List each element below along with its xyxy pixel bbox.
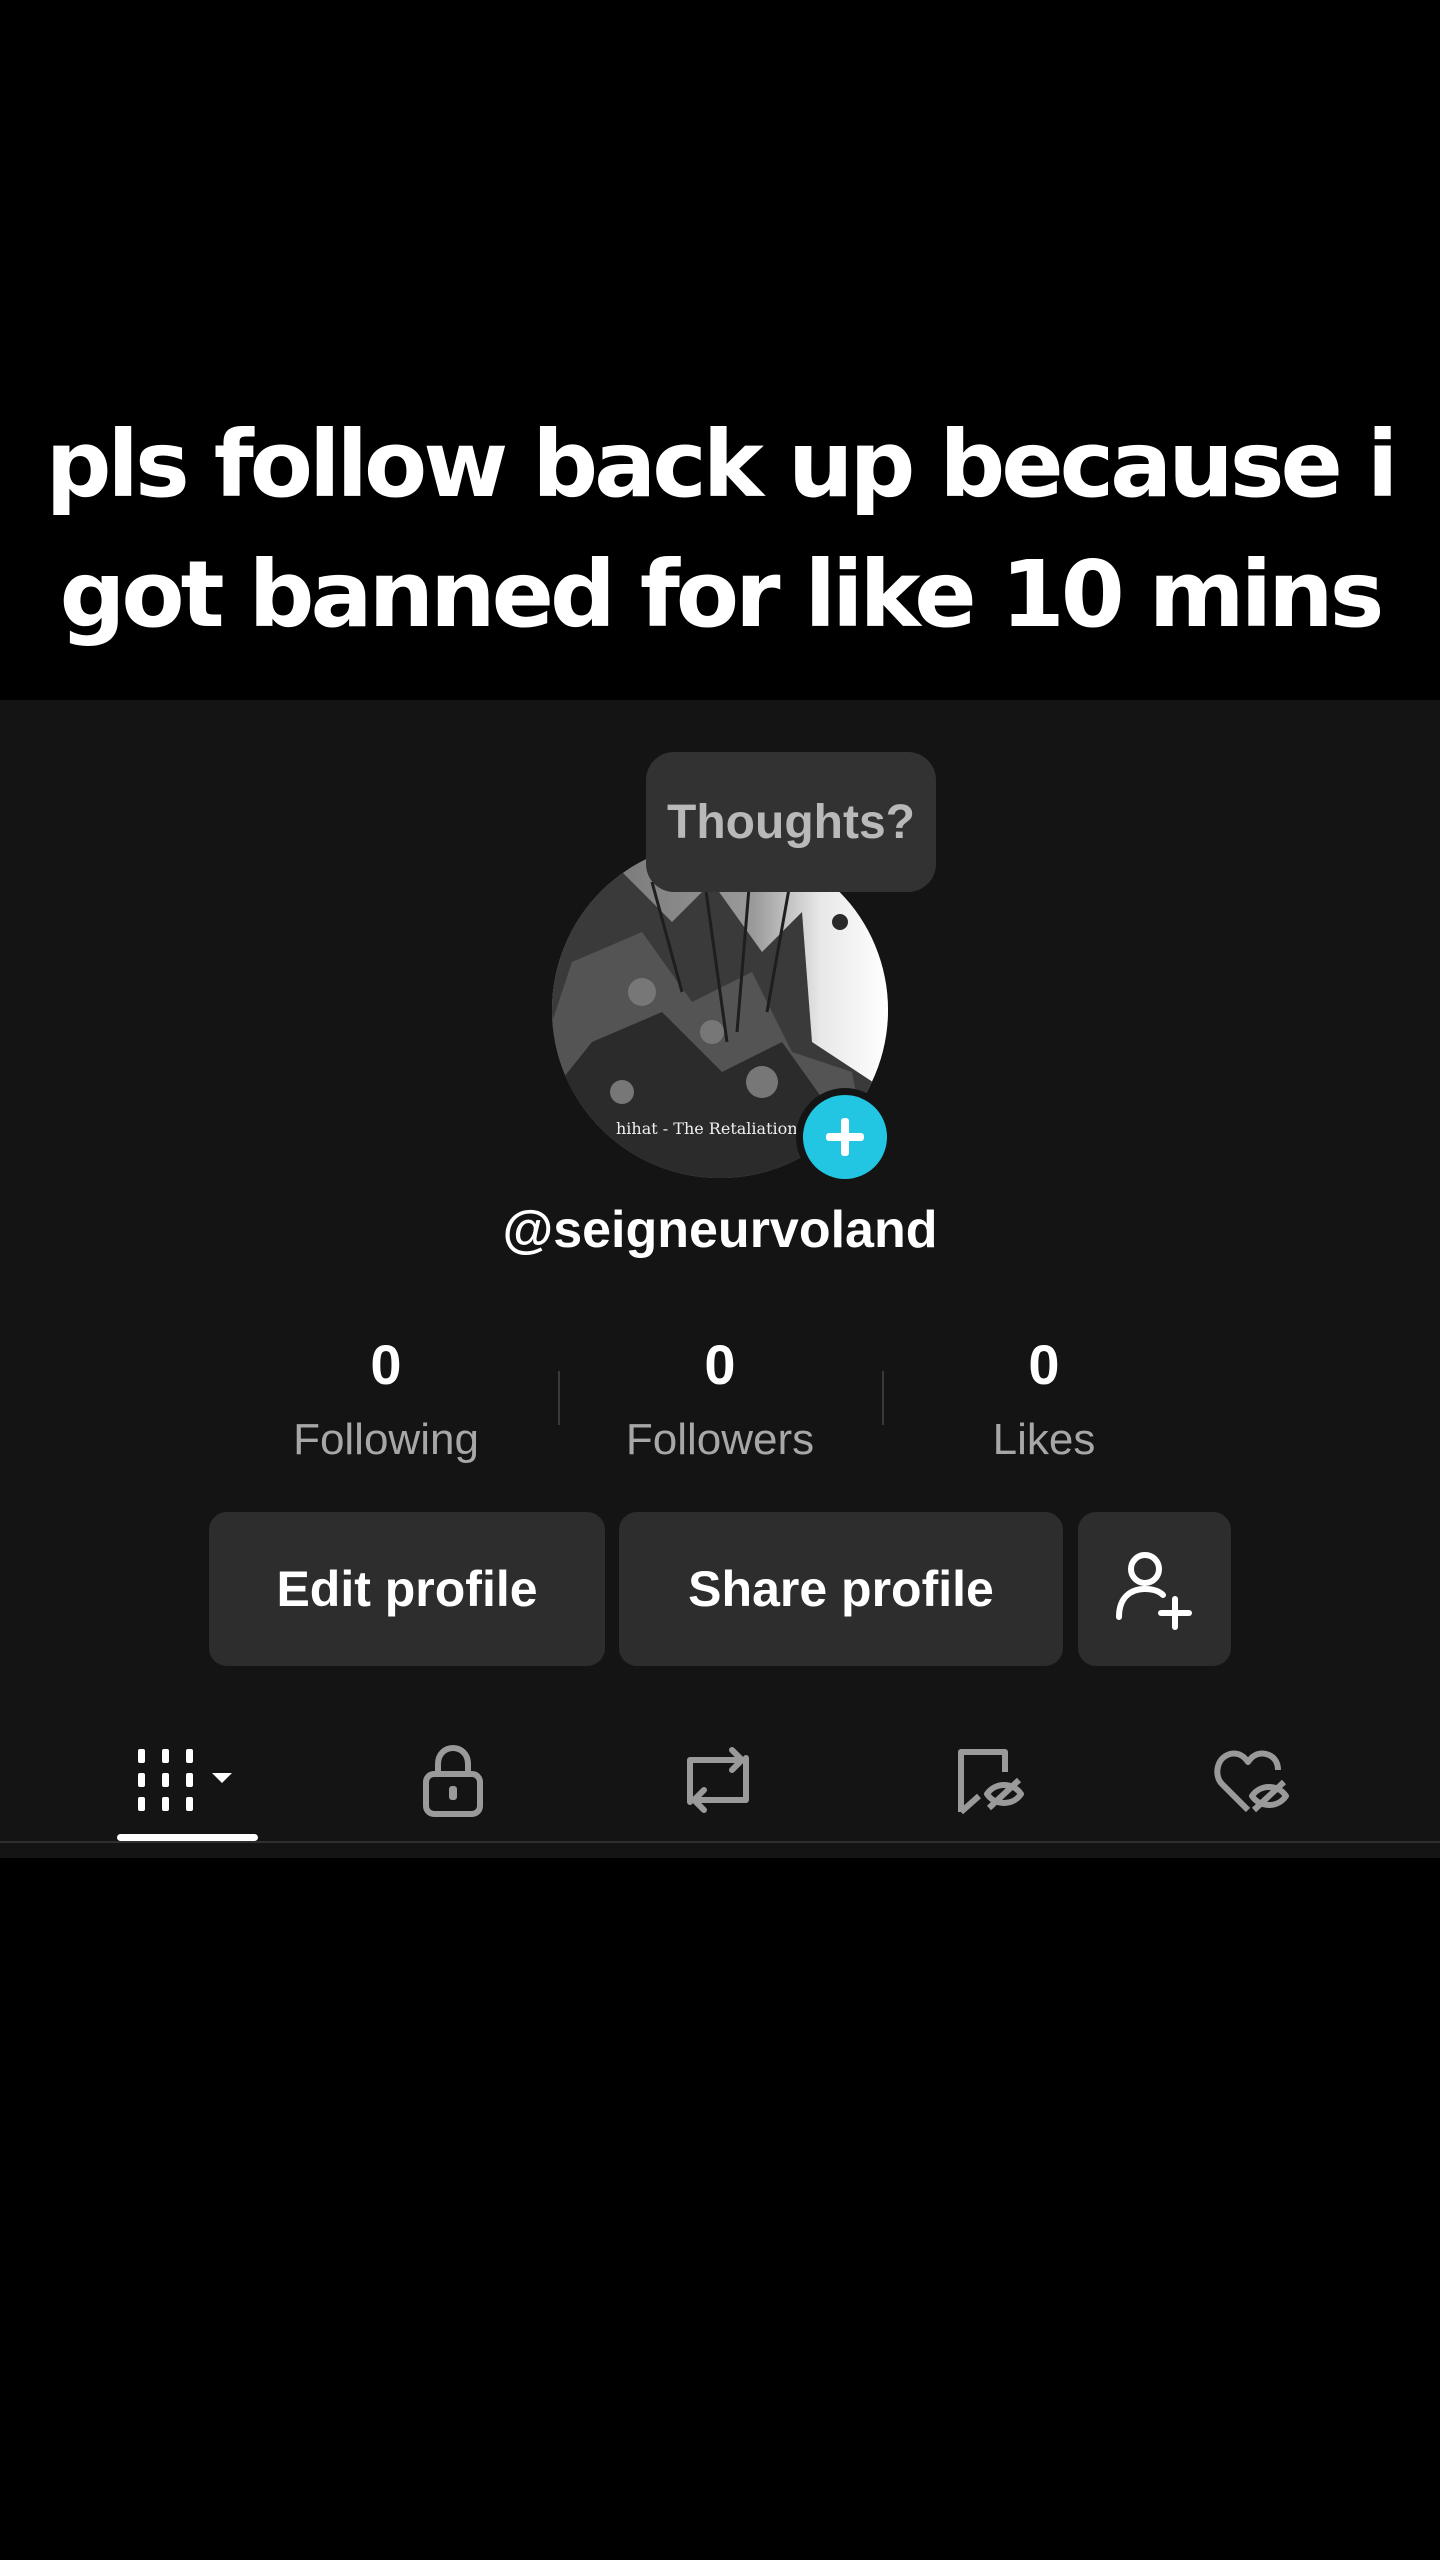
share-profile-button[interactable]: Share profile — [619, 1512, 1063, 1666]
avatar-caption: hihat - The Retaliation — [616, 1119, 798, 1138]
caption-line-1: pls follow back up because i — [45, 411, 1399, 518]
username: @seigneurvoland — [502, 1201, 938, 1259]
thought-bubble-text: Thoughts? — [667, 795, 915, 849]
bookmark-hidden-icon — [958, 1749, 1024, 1815]
stat-divider — [558, 1371, 560, 1425]
stat-divider — [882, 1371, 884, 1425]
following-label: Following — [293, 1415, 479, 1464]
profile-stats: 0 Following 0 Followers 0 Likes — [236, 1325, 1204, 1475]
edit-profile-label: Edit profile — [276, 1561, 538, 1617]
chevron-down-icon — [212, 1773, 232, 1783]
lock-icon — [423, 1744, 483, 1817]
thought-bubble[interactable]: Thoughts? — [646, 752, 936, 892]
tab-reposts[interactable] — [638, 1720, 798, 1840]
active-tab-indicator — [117, 1834, 258, 1841]
likes-count: 0 — [1028, 1333, 1060, 1396]
stat-likes[interactable]: 0 Likes — [894, 1325, 1194, 1475]
grid-icon — [138, 1749, 232, 1811]
repost-icon — [687, 1747, 749, 1813]
add-user-icon — [1115, 1552, 1192, 1630]
heart-hidden-icon — [1214, 1750, 1289, 1813]
tabs-divider — [0, 1841, 1440, 1843]
stat-followers[interactable]: 0 Followers — [570, 1325, 870, 1475]
profile-tabs — [0, 1720, 1440, 1840]
share-profile-label: Share profile — [688, 1561, 994, 1617]
stat-following[interactable]: 0 Following — [236, 1325, 536, 1475]
tab-videos[interactable] — [107, 1720, 267, 1840]
plus-icon — [826, 1118, 864, 1156]
followers-label: Followers — [625, 1415, 815, 1464]
add-friends-button[interactable] — [1078, 1512, 1231, 1666]
likes-label: Likes — [992, 1415, 1096, 1464]
tab-liked[interactable] — [1172, 1720, 1332, 1840]
edit-profile-button[interactable]: Edit profile — [209, 1512, 605, 1666]
add-story-button[interactable] — [796, 1088, 894, 1186]
followers-count: 0 — [704, 1333, 736, 1396]
tab-private[interactable] — [373, 1720, 533, 1840]
caption-text: pls follow back up because i got banned … — [0, 400, 1440, 660]
following-count: 0 — [370, 1333, 402, 1396]
tab-favorites[interactable] — [909, 1720, 1069, 1840]
caption-line-2: got banned for like 10 mins — [59, 541, 1385, 648]
thought-bubble-tail — [832, 914, 848, 930]
